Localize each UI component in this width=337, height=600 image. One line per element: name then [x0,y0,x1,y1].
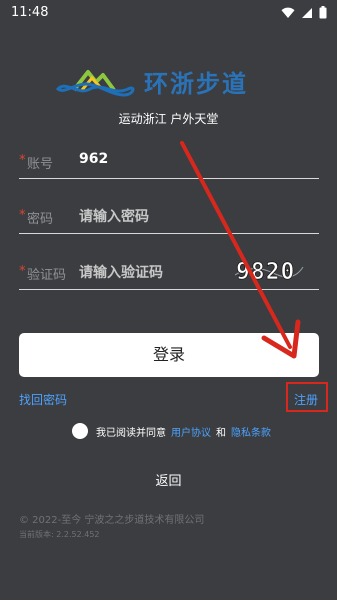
required-mark: * [19,264,26,279]
account-input[interactable]: 962 [79,151,239,167]
agreement-and: 和 [216,427,226,439]
wifi-icon [281,7,295,18]
status-icons [281,6,327,19]
captcha-code: 9820 [236,259,295,285]
captcha-input[interactable]: 请输入验证码 [79,262,163,282]
back-button[interactable]: 返回 [0,470,337,489]
copyright-text: © 2022-至今 宁波之之步道技术有限公司 [19,515,205,526]
login-button[interactable]: 登录 [19,333,319,377]
app-slogan: 运动浙江 户外天堂 [118,112,219,126]
privacy-policy-link[interactable]: 隐私条款 [231,424,271,439]
captcha-image[interactable]: 9820 [233,255,305,285]
user-agreement-link[interactable]: 用户协议 [171,424,211,439]
status-bar: 11:48 [0,0,337,26]
agreement-checkbox[interactable] [72,423,88,439]
account-label: 账号 [27,157,54,172]
logo-text: 环浙步道 [144,70,248,98]
signal-icon [302,7,312,18]
agreement-row: 我已阅读并同意 用户协议 和 隐私条款 [72,423,276,439]
account-field[interactable]: * 账号 962 [19,144,319,179]
password-input[interactable]: 请输入密码 [79,206,149,226]
required-mark: * [19,208,26,223]
captcha-label: 验证码 [27,268,67,283]
password-label: 密码 [27,212,54,227]
register-link[interactable]: 注册 [294,391,318,408]
password-field[interactable]: * 密码 请输入密码 [19,199,319,234]
forgot-password-link[interactable]: 找回密码 [19,391,67,408]
required-mark: * [19,153,26,168]
captcha-field[interactable]: * 验证码 请输入验证码 9820 [19,255,319,290]
version-text: 当前版本: 2.2.52.452 [19,530,100,539]
status-time: 11:48 [11,5,49,20]
battery-icon [319,6,327,19]
app-logo: 环浙步道 [55,62,286,102]
agreement-prefix: 我已阅读并同意 [96,427,166,439]
